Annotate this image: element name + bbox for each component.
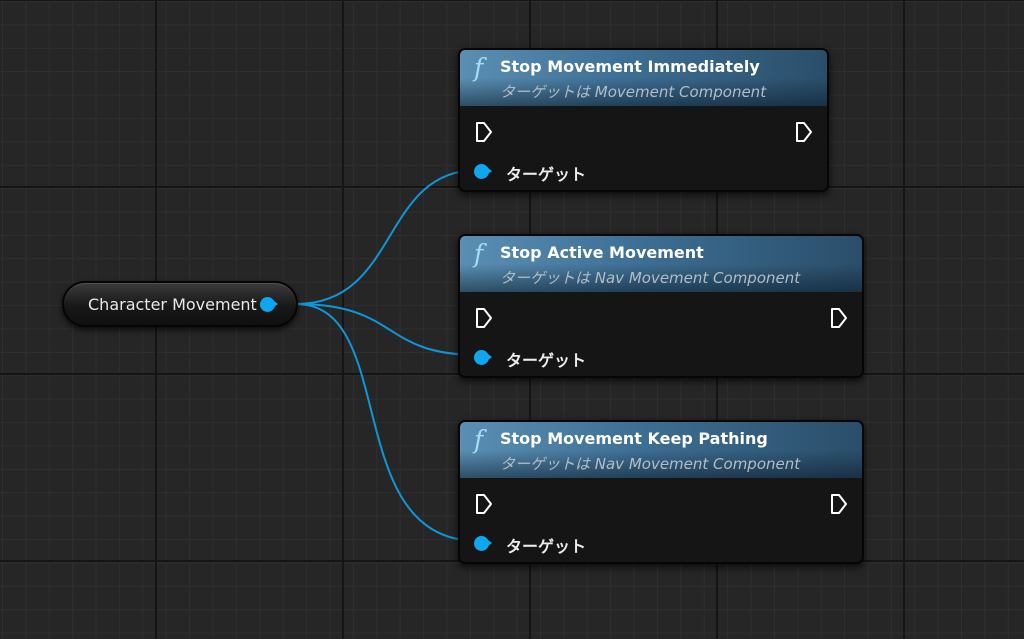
node-header: f Stop Active Movement ターゲットは Nav Moveme… <box>460 236 862 292</box>
exec-input-pin[interactable] <box>475 493 493 515</box>
wire-to-stop-movement-keep-pathing[interactable] <box>295 303 479 542</box>
function-icon: f <box>474 53 484 82</box>
function-icon: f <box>474 239 484 268</box>
node-subtitle: ターゲットは Nav Movement Component <box>500 269 801 287</box>
stop-active-movement-node[interactable]: f Stop Active Movement ターゲットは Nav Moveme… <box>458 234 864 378</box>
target-input-pin[interactable] <box>474 536 492 551</box>
stop-movement-immediately-node[interactable]: f Stop Movement Immediately ターゲットは Movem… <box>458 48 829 192</box>
target-pin-label: ターゲット <box>506 537 587 556</box>
exec-output-pin[interactable] <box>830 307 848 329</box>
wire-to-stop-movement-immediately[interactable] <box>295 169 479 305</box>
node-title: Stop Movement Immediately <box>500 57 760 76</box>
exec-input-pin[interactable] <box>475 307 493 329</box>
target-pin-label: ターゲット <box>506 165 587 184</box>
function-icon: f <box>474 425 484 454</box>
node-title: Stop Active Movement <box>500 243 704 262</box>
node-header: f Stop Movement Keep Pathing ターゲットは Nav … <box>460 422 862 478</box>
exec-output-pin[interactable] <box>795 121 813 143</box>
variable-output-pin[interactable] <box>260 297 278 312</box>
target-input-pin[interactable] <box>474 164 492 179</box>
exec-output-pin[interactable] <box>830 493 848 515</box>
node-title: Stop Movement Keep Pathing <box>500 429 768 448</box>
node-header: f Stop Movement Immediately ターゲットは Movem… <box>460 50 827 106</box>
variable-label: Character Movement <box>88 295 257 314</box>
exec-input-pin[interactable] <box>475 121 493 143</box>
stop-movement-keep-pathing-node[interactable]: f Stop Movement Keep Pathing ターゲットは Nav … <box>458 420 864 564</box>
target-input-pin[interactable] <box>474 350 492 365</box>
node-subtitle: ターゲットは Movement Component <box>500 83 767 101</box>
node-subtitle: ターゲットは Nav Movement Component <box>500 455 801 473</box>
target-pin-label: ターゲット <box>506 351 587 370</box>
character-movement-variable-node[interactable]: Character Movement <box>62 281 298 327</box>
